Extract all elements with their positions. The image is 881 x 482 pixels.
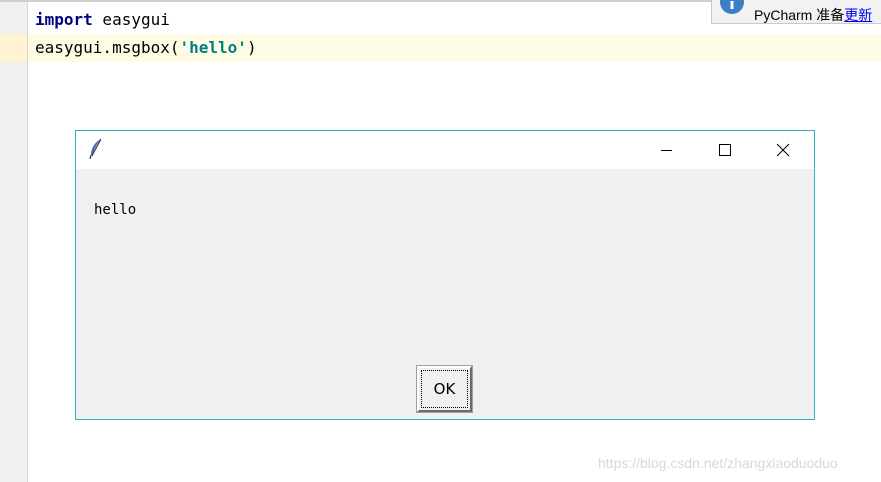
- dialog-message: hello: [94, 202, 137, 218]
- dialog-titlebar[interactable]: [76, 131, 814, 169]
- close-button[interactable]: [754, 131, 812, 169]
- gutter-current-line: [0, 34, 27, 62]
- code-text: ): [246, 38, 257, 57]
- ok-label: OK: [421, 370, 468, 408]
- msgbox-dialog: hello OK: [75, 130, 815, 420]
- info-icon: [720, 0, 744, 14]
- keyword-import: import: [35, 10, 93, 29]
- maximize-icon: [719, 144, 731, 156]
- notification-text: PyCharm 准备: [754, 7, 845, 23]
- minimize-button[interactable]: [638, 131, 696, 169]
- watermark: https://blog.csdn.net/zhangxiaoduoduo: [598, 455, 838, 471]
- close-icon: [776, 143, 790, 157]
- code-line-2[interactable]: easygui.msgbox('hello'): [28, 34, 881, 62]
- update-notification[interactable]: PyCharm 准备更新: [711, 0, 881, 24]
- minimize-icon: [661, 150, 672, 151]
- notification-message: PyCharm 准备更新: [754, 5, 872, 25]
- editor-gutter: [0, 2, 28, 482]
- dialog-body: hello OK: [76, 169, 814, 419]
- ok-button[interactable]: OK: [416, 365, 473, 413]
- update-link[interactable]: 更新: [844, 7, 872, 23]
- tk-feather-icon: [89, 138, 102, 160]
- maximize-button[interactable]: [696, 131, 754, 169]
- code-text: easygui: [92, 10, 170, 29]
- code-text: easygui.msgbox(: [35, 38, 180, 57]
- string-literal: 'hello': [179, 38, 247, 57]
